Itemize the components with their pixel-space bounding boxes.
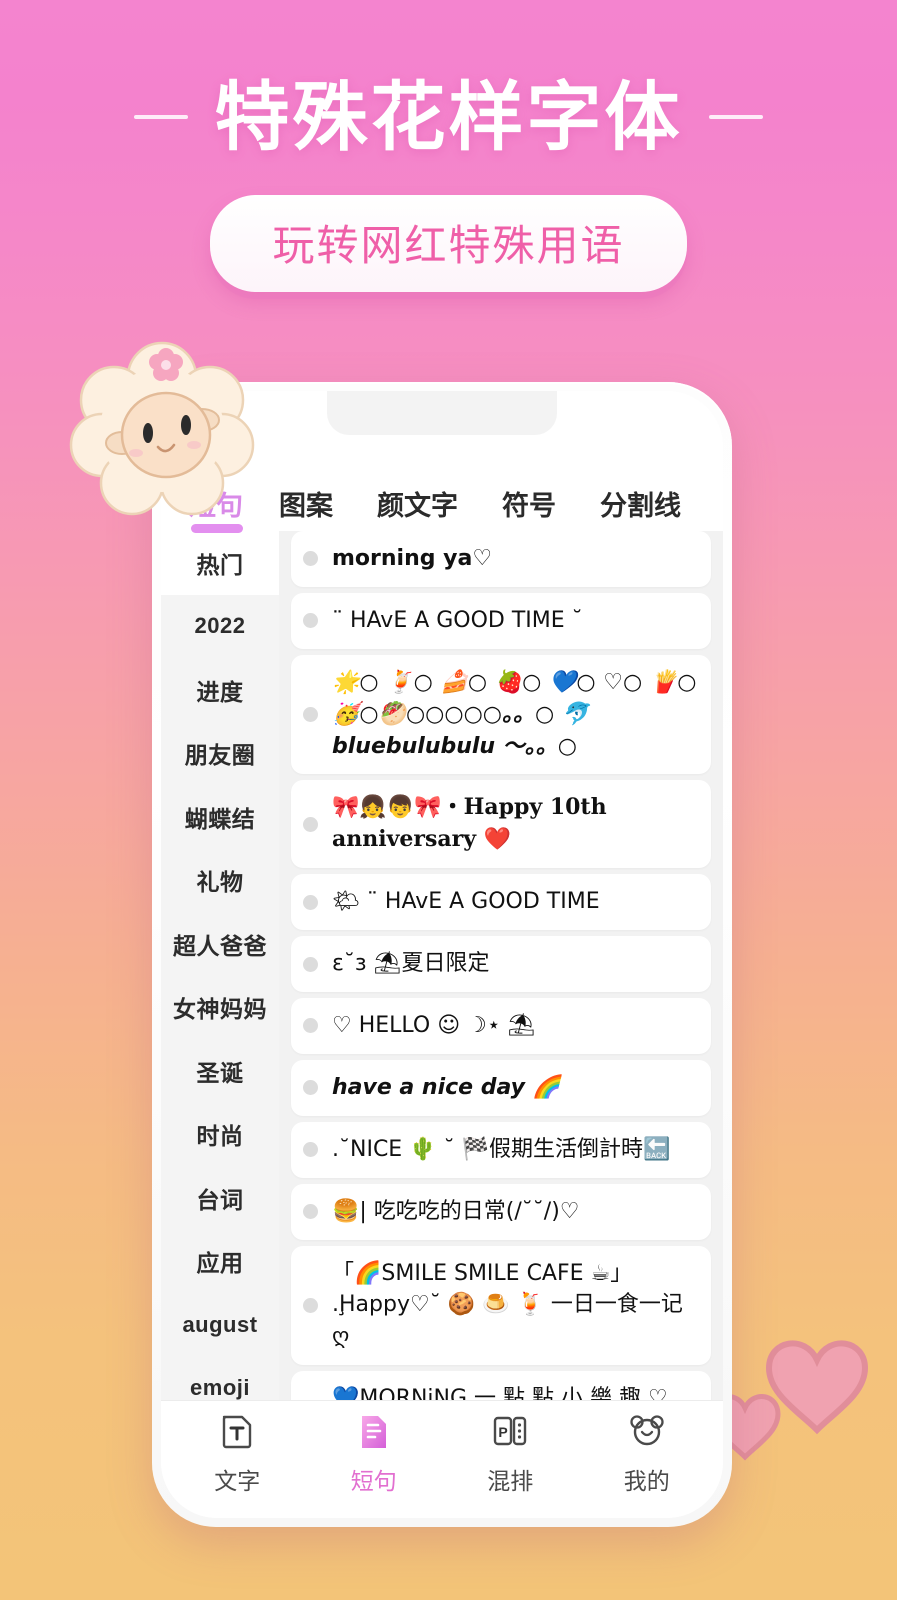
radio-dot-icon[interactable] xyxy=(303,956,318,972)
left-dash-decoration xyxy=(134,115,189,120)
sidebar-item-2[interactable]: 2022 xyxy=(161,595,279,659)
phrase-text: 🌤 ¨ HAvE A GOOD TIME xyxy=(332,889,600,915)
sidebar-item-13[interactable]: august xyxy=(161,1293,279,1357)
phrase-text: 🌟○ 🍹○ 🍰○ 🍓○ 💙○ ♡○ 🍟○🥳○🥙○○○○○。。○ 🐬 bluebu… xyxy=(332,669,697,759)
nav-item-label: 文字 xyxy=(214,1468,261,1494)
sidebar-item-12[interactable]: 应用 xyxy=(161,1230,279,1294)
radio-dot-icon[interactable] xyxy=(303,551,318,567)
sidebar-item-3[interactable]: 进度 xyxy=(161,658,279,722)
radio-dot-icon[interactable] xyxy=(303,707,318,723)
bear-profile-icon xyxy=(625,1409,669,1453)
phrase-text: ¨ HAvE A GOOD TIME ˘ xyxy=(332,607,583,633)
main-content: 热门 2022 进度 朋友圈 蝴蝶结 礼物 超人爸爸 女神妈妈 圣诞 时尚 台词 应用 august em… xyxy=(161,531,723,1400)
phone-notch xyxy=(327,391,557,435)
phone-mockup: 短句 图案 颜文字 符号 分割线 热门 2022 进度 朋友圈 蝴蝶结 礼物 超人爸爸 女神妈妈 圣诞时… xyxy=(152,382,732,1527)
tab-label: 符号 xyxy=(502,491,556,521)
tab-3[interactable]: 颜文字 xyxy=(355,484,480,531)
phrase-row[interactable]: 🎀👧👦🎀・Happy 10th anniversary ❤️ xyxy=(291,780,711,869)
nav-item-label: 短句 xyxy=(350,1468,397,1494)
phrase-row[interactable]: ε˘з ⛱夏日限定 xyxy=(291,936,711,993)
radio-dot-icon[interactable] xyxy=(303,1080,318,1096)
phrase-row[interactable]: 🌤 ¨ HAvE A GOOD TIME xyxy=(291,874,711,931)
radio-dot-icon[interactable] xyxy=(303,613,318,629)
phrase-text: 💙MORNiNG 一 點 點 小 樂 趣 ♡ ⚗⋆ xyxy=(332,1386,668,1400)
bottom-navigation: 文字 短句 P 混排 我的 xyxy=(161,1400,723,1518)
phrase-row[interactable]: have a nice day 🌈 xyxy=(291,1059,711,1116)
phrase-row[interactable]: morning ya♡ xyxy=(291,531,711,587)
nav-item-1[interactable]: 文字 xyxy=(182,1409,292,1496)
page-title: 特殊花样字体 xyxy=(214,75,683,159)
phone-screen: 短句 图案 颜文字 符号 分割线 热门 2022 进度 朋友圈 蝴蝶结 礼物 超人爸爸 女神妈妈 圣诞时… xyxy=(161,391,723,1518)
text-file-icon xyxy=(215,1409,259,1453)
nav-item-label: 我的 xyxy=(623,1468,670,1494)
subtitle-pill: 玩转网红特殊用语 xyxy=(210,194,687,292)
radio-dot-icon[interactable] xyxy=(303,1204,318,1220)
phrase-text: .˘NICE 🌵 ˘ 🏁假期生活倒計時🔙 xyxy=(332,1136,671,1162)
phrase-card-icon xyxy=(352,1409,396,1453)
nav-item-2[interactable]: 短句 xyxy=(319,1409,429,1496)
title-row: 特殊花样字体 xyxy=(0,78,897,157)
category-sidebar[interactable]: 热门 2022 进度 朋友圈 蝴蝶结 礼物 超人爸爸 女神妈妈 圣诞 时尚 台词 应用 august em… xyxy=(161,531,279,1400)
svg-text:P: P xyxy=(499,1424,508,1440)
phrase-text: have a nice day 🌈 xyxy=(332,1074,561,1100)
sidebar-item-9[interactable]: 圣诞 xyxy=(161,1039,279,1103)
phrase-text: ♡ HELLO ☺ ☽⋆ ⛱ xyxy=(332,1013,536,1039)
radio-dot-icon[interactable] xyxy=(303,816,318,832)
radio-dot-icon[interactable] xyxy=(303,894,318,910)
radio-dot-icon[interactable] xyxy=(303,1142,318,1158)
phrase-text: morning ya♡ xyxy=(332,546,493,571)
tab-label: 分割线 xyxy=(600,491,681,521)
sidebar-item-10[interactable]: 时尚 xyxy=(161,1103,279,1167)
tab-5[interactable]: 分割线 xyxy=(578,484,703,531)
radio-dot-icon[interactable] xyxy=(303,1018,318,1034)
subtitle-text: 玩转网红特殊用语 xyxy=(272,221,625,269)
nav-item-label: 混排 xyxy=(487,1468,534,1494)
nav-item-3[interactable]: P 混排 xyxy=(455,1409,565,1496)
phrase-text: 「🌈SMILE SMILE CAFE ☕」 .Ḩappy♡˘ 🍪 🍮 🍹 一日一… xyxy=(332,1260,683,1350)
sidebar-item-11[interactable]: 台词 xyxy=(161,1166,279,1230)
right-dash-decoration xyxy=(708,115,763,120)
phrase-row[interactable]: ♡ HELLO ☺ ☽⋆ ⛱ xyxy=(291,998,711,1054)
sidebar-item-5[interactable]: 蝴蝶结 xyxy=(161,785,279,849)
promo-header: 特殊花样字体 玩转网红特殊用语 xyxy=(0,0,897,292)
tab-4[interactable]: 符号 xyxy=(480,484,578,531)
phrase-row[interactable]: 🍔| 吃吃吃的日常(/˘˘/)♡ xyxy=(291,1183,711,1240)
sidebar-item-4[interactable]: 朋友圈 xyxy=(161,722,279,786)
phrase-row[interactable]: 🌟○ 🍹○ 🍰○ 🍓○ 💙○ ♡○ 🍟○🥳○🥙○○○○○。。○ 🐬 bluebu… xyxy=(291,654,711,775)
sidebar-item-1[interactable]: 热门 xyxy=(161,531,279,595)
tab-active-underline xyxy=(191,524,243,533)
sidebar-item-8[interactable]: 女神妈妈 xyxy=(161,976,279,1040)
phrase-row[interactable]: .˘NICE 🌵 ˘ 🏁假期生活倒計時🔙 xyxy=(291,1121,711,1178)
sidebar-item-14[interactable]: emoji xyxy=(161,1357,279,1400)
phrase-text: 🍔| 吃吃吃的日常(/˘˘/)♡ xyxy=(332,1198,580,1224)
nav-item-4[interactable]: 我的 xyxy=(592,1409,702,1496)
radio-dot-icon[interactable] xyxy=(303,1297,318,1313)
tab-label: 图案 xyxy=(279,491,333,521)
sidebar-item-6[interactable]: 礼物 xyxy=(161,849,279,913)
phrase-row[interactable]: ¨ HAvE A GOOD TIME ˘ xyxy=(291,592,711,649)
phrase-text: 🎀👧👦🎀・Happy 10th anniversary ❤️ xyxy=(332,794,607,853)
sheep-mascot-icon xyxy=(69,341,255,516)
phrase-list[interactable]: morning ya♡ ¨ HAvE A GOOD TIME ˘ 🌟○ 🍹○ 🍰○ … xyxy=(279,531,723,1400)
tab-label: 颜文字 xyxy=(377,491,458,521)
phrase-row[interactable]: 「🌈SMILE SMILE CAFE ☕」 .Ḩappy♡˘ 🍪 🍮 🍹 一日一… xyxy=(291,1245,711,1366)
mix-layout-icon: P xyxy=(488,1409,532,1453)
sidebar-item-7[interactable]: 超人爸爸 xyxy=(161,912,279,976)
tab-2[interactable]: 图案 xyxy=(257,484,355,531)
phrase-text: ε˘з ⛱夏日限定 xyxy=(332,951,490,977)
phrase-row[interactable]: 💙MORNiNG 一 點 點 小 樂 趣 ♡ ⚗⋆ xyxy=(291,1371,711,1400)
